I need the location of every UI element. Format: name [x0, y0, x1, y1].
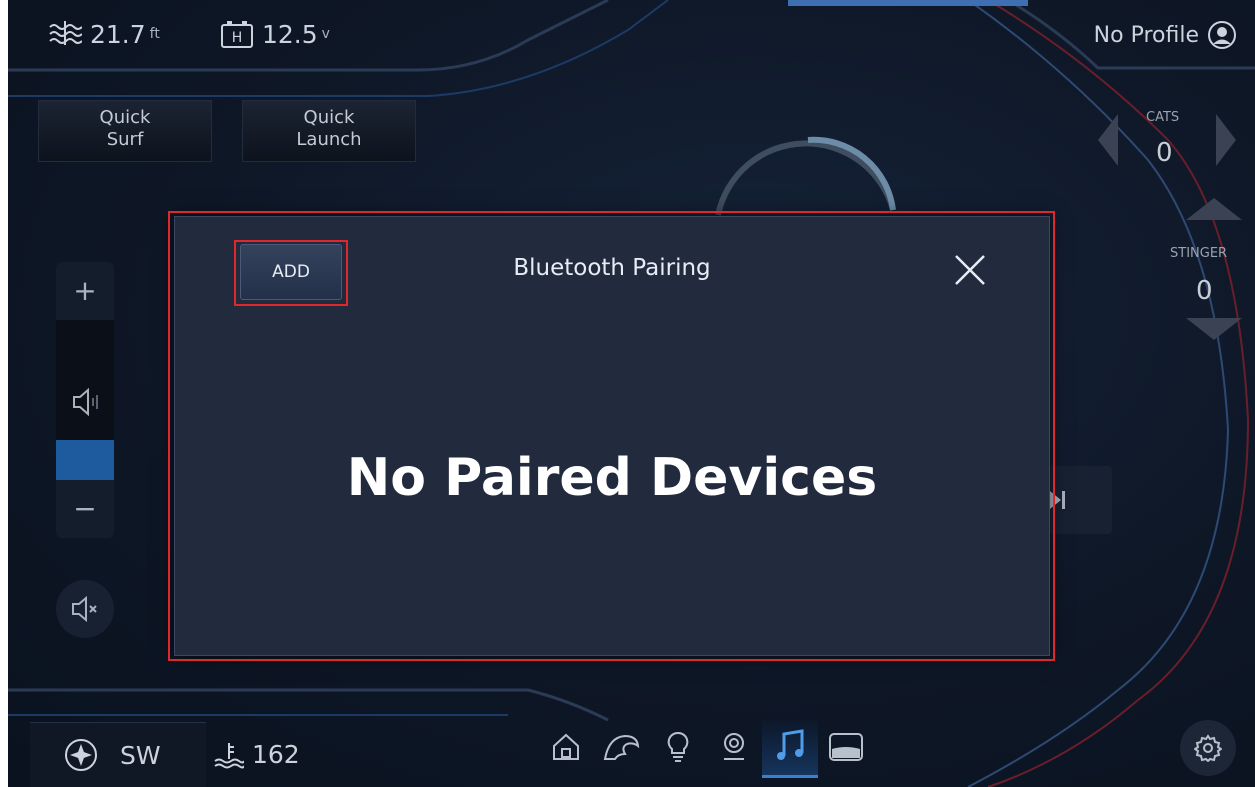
cats-label: CATS	[1146, 110, 1180, 125]
depth-waves-icon	[48, 21, 82, 47]
volume-down-button[interactable]: −	[56, 480, 114, 538]
cats-value: 0	[1156, 138, 1173, 168]
stinger-label: STINGER	[1170, 246, 1228, 261]
quick-launch-button[interactable]: Quick Launch	[242, 100, 416, 162]
battery-icon: H	[220, 19, 254, 49]
stinger-value: 0	[1196, 276, 1213, 306]
nav-surf[interactable]	[594, 716, 650, 778]
quick-surf-button[interactable]: Quick Surf	[38, 100, 212, 162]
battery-unit: v	[321, 26, 330, 42]
profile-button[interactable]: No Profile	[1094, 20, 1237, 50]
profile-label: No Profile	[1093, 22, 1199, 48]
dialog-title: Bluetooth Pairing	[513, 255, 711, 281]
depth-gauge-icon	[214, 741, 244, 769]
close-button[interactable]	[952, 252, 988, 288]
cats-prev-arrow-icon[interactable]	[1096, 112, 1120, 168]
music-icon	[775, 728, 805, 763]
gear-icon	[1194, 734, 1222, 762]
home-icon	[551, 732, 581, 762]
wave-icon	[603, 732, 641, 762]
no-devices-message: No Paired Devices	[346, 448, 878, 508]
cats-next-arrow-icon[interactable]	[1214, 112, 1238, 168]
nav-location[interactable]	[706, 716, 762, 778]
stinger-up-arrow-icon[interactable]	[1184, 196, 1244, 222]
quick-surf-line2: Surf	[106, 129, 144, 150]
compass-heading: SW	[30, 722, 206, 787]
speaker-icon	[70, 386, 102, 418]
compass-icon	[64, 738, 98, 772]
stinger-down-arrow-icon[interactable]	[1184, 316, 1244, 342]
volume-control: + −	[56, 262, 114, 538]
quick-launch-line2: Launch	[296, 129, 362, 150]
battery-icon-letter: H	[232, 30, 243, 46]
water-depth-value: 162	[252, 740, 300, 769]
nav-music[interactable]	[762, 716, 818, 778]
heading-value: SW	[120, 740, 161, 770]
volume-up-button[interactable]: +	[56, 262, 114, 320]
quick-surf-line1: Quick	[99, 107, 151, 128]
user-icon	[1207, 20, 1237, 50]
ballast-icon	[828, 732, 864, 762]
nav-ballast[interactable]	[818, 716, 874, 778]
water-depth-readout: 162	[214, 740, 300, 769]
light-icon	[665, 731, 691, 763]
quick-launch-line1: Quick	[303, 107, 355, 128]
battery-value: 12.5	[262, 19, 318, 49]
close-icon	[952, 252, 988, 288]
boat-display-screen: 21.7 ft H 12.5 v No Profile Quick Surf Q…	[8, 0, 1255, 787]
battery-readout: H 12.5 v	[220, 14, 330, 54]
volume-level-fill[interactable]	[56, 440, 114, 480]
mute-icon	[70, 594, 100, 624]
depth-readout: 21.7 ft	[48, 14, 160, 54]
mute-button[interactable]	[56, 580, 114, 638]
nav-home[interactable]	[538, 716, 594, 778]
settings-button[interactable]	[1180, 720, 1236, 776]
volume-track[interactable]	[56, 320, 114, 440]
nav-lights[interactable]	[650, 716, 706, 778]
location-icon	[720, 731, 748, 763]
depth-unit: ft	[149, 26, 160, 42]
depth-value: 21.7	[90, 19, 146, 49]
bottom-nav	[538, 716, 874, 778]
